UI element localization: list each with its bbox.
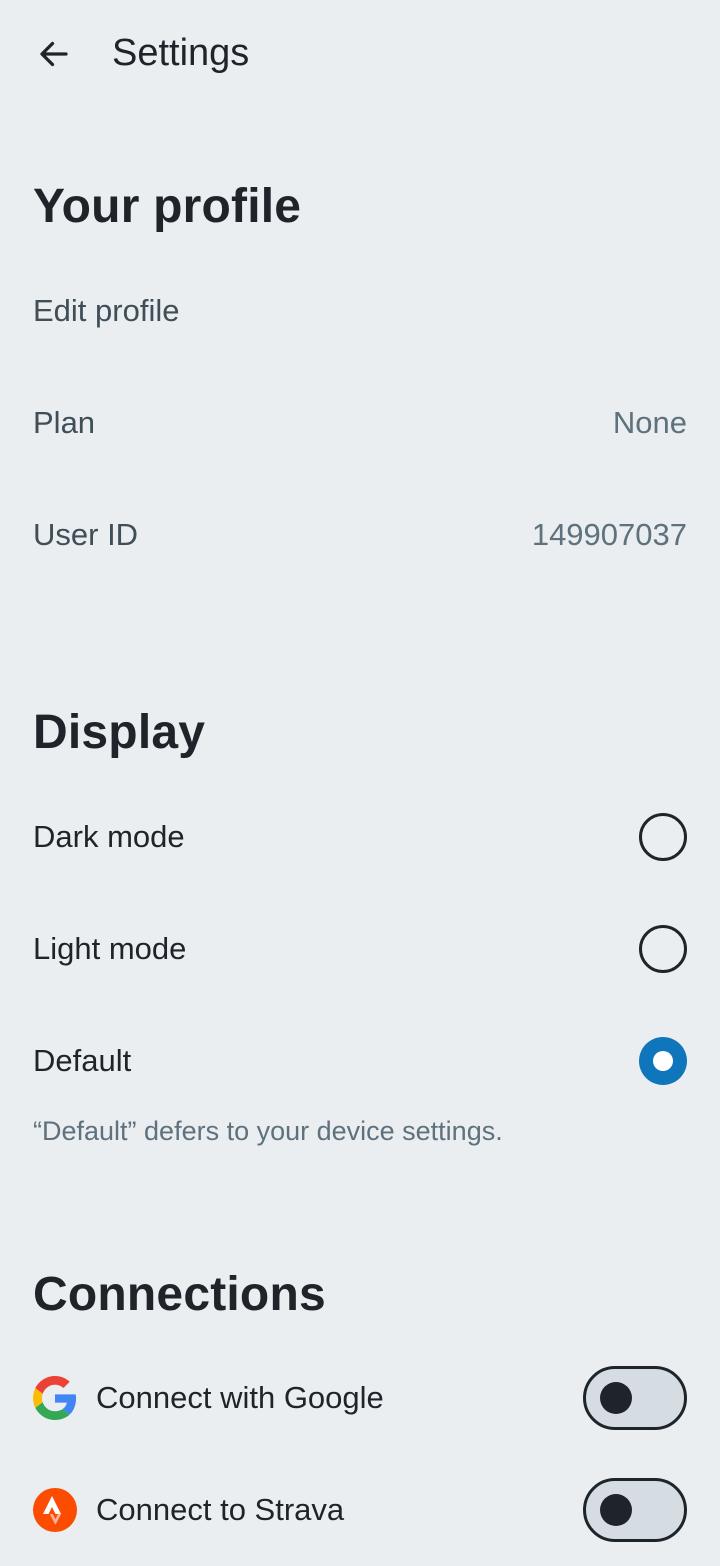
user-id-row: User ID 149907037 [0,479,720,591]
section-title-profile: Your profile [33,180,302,233]
light-mode-radio[interactable] [639,925,687,973]
plan-value: None [612,405,687,440]
plan-row: Plan None [0,367,720,479]
dark-mode-option[interactable]: Dark mode [0,781,720,893]
toggle-knob [600,1494,632,1526]
section-title-display: Display [33,706,206,759]
default-radio[interactable] [639,1037,687,1085]
back-button[interactable] [26,26,82,82]
strava-connection-toggle[interactable] [583,1478,687,1542]
arrow-left-icon [40,41,68,67]
strava-connection-label: Connect to Strava [96,1492,345,1527]
light-mode-label: Light mode [33,931,187,966]
google-connection-row[interactable]: Connect with Google [0,1342,720,1454]
page-title: Settings [112,32,250,74]
dark-mode-radio[interactable] [639,813,687,861]
light-mode-option[interactable]: Light mode [0,893,720,1005]
user-id-label: User ID [33,517,139,552]
strava-icon [33,1488,77,1532]
google-connection-label: Connect with Google [96,1380,384,1415]
google-icon [33,1376,77,1420]
edit-profile-label: Edit profile [33,293,180,328]
default-option[interactable]: Default [0,1005,720,1117]
google-connection-toggle[interactable] [583,1366,687,1430]
edit-profile-row[interactable]: Edit profile [0,255,720,367]
plan-label: Plan [33,405,96,440]
strava-connection-row[interactable]: Connect to Strava [0,1454,720,1566]
default-label: Default [33,1043,132,1078]
user-id-value: 149907037 [531,517,687,552]
toggle-knob [600,1382,632,1414]
dark-mode-label: Dark mode [33,819,185,854]
section-title-connections: Connections [33,1268,326,1321]
display-hint: “Default” defers to your device settings… [33,1116,503,1146]
